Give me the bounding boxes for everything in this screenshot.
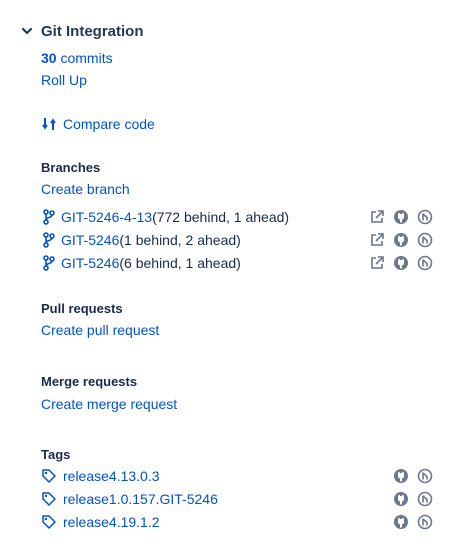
tag-name-link[interactable]: release4.13.0.3 xyxy=(63,468,160,484)
tag-icon xyxy=(41,514,57,530)
history-icon[interactable] xyxy=(416,208,434,226)
pull-requests-heading: Pull requests xyxy=(41,301,123,316)
branch-row: GIT-5246 (1 behind, 2 ahead) xyxy=(41,229,241,251)
github-icon[interactable] xyxy=(392,467,410,485)
branch-status: (6 behind, 1 ahead) xyxy=(119,255,241,271)
history-icon[interactable] xyxy=(416,513,434,531)
branch-name-link[interactable]: GIT-5246-4-13 xyxy=(61,209,152,225)
tag-name-link[interactable]: release4.19.1.2 xyxy=(63,514,160,530)
tag-row: release4.19.1.2 xyxy=(41,511,160,533)
chevron-down-icon[interactable] xyxy=(20,24,34,38)
tag-actions xyxy=(386,490,434,508)
open-external-icon[interactable] xyxy=(368,208,386,226)
open-external-icon[interactable] xyxy=(368,231,386,249)
merge-requests-heading: Merge requests xyxy=(41,374,138,389)
commits-label[interactable]: commits xyxy=(57,50,112,66)
branch-row: GIT-5246 (6 behind, 1 ahead) xyxy=(41,252,241,274)
tag-icon xyxy=(41,468,57,484)
git-integration-panel: Git Integration 30 commits Roll Up Compa… xyxy=(0,0,459,552)
panel-header: Git Integration xyxy=(20,20,144,42)
compare-icon xyxy=(41,116,57,132)
branch-icon xyxy=(41,209,57,225)
tag-name-link[interactable]: release1.0.157.GIT-5246 xyxy=(63,491,218,507)
branch-status: (1 behind, 2 ahead) xyxy=(119,232,241,248)
panel-title: Git Integration xyxy=(41,22,144,40)
open-external-icon[interactable] xyxy=(368,254,386,272)
tag-actions xyxy=(386,467,434,485)
github-icon[interactable] xyxy=(392,513,410,531)
branch-actions xyxy=(362,208,434,226)
branch-icon xyxy=(41,232,57,248)
branch-name-link[interactable]: GIT-5246 xyxy=(61,255,119,271)
branch-actions xyxy=(362,231,434,249)
create-merge-request-link[interactable]: Create merge request xyxy=(41,396,177,412)
tag-actions xyxy=(386,513,434,531)
roll-up-link[interactable]: Roll Up xyxy=(41,72,87,88)
branch-status: (772 behind, 1 ahead) xyxy=(152,209,290,225)
github-icon[interactable] xyxy=(392,231,410,249)
commits-link[interactable]: 30 commits xyxy=(41,50,113,68)
create-branch-link[interactable]: Create branch xyxy=(41,181,130,197)
github-icon[interactable] xyxy=(392,490,410,508)
commit-count[interactable]: 30 xyxy=(41,50,57,66)
tags-heading: Tags xyxy=(41,447,71,462)
branch-actions xyxy=(362,254,434,272)
history-icon[interactable] xyxy=(416,254,434,272)
tag-row: release4.13.0.3 xyxy=(41,465,160,487)
compare-code-link[interactable]: Compare code xyxy=(41,113,155,135)
github-icon[interactable] xyxy=(392,254,410,272)
history-icon[interactable] xyxy=(416,467,434,485)
branches-heading: Branches xyxy=(41,160,101,175)
compare-code-label[interactable]: Compare code xyxy=(63,116,155,132)
github-icon[interactable] xyxy=(392,208,410,226)
tag-icon xyxy=(41,491,57,507)
history-icon[interactable] xyxy=(416,490,434,508)
branch-icon xyxy=(41,255,57,271)
history-icon[interactable] xyxy=(416,231,434,249)
create-pull-request-link[interactable]: Create pull request xyxy=(41,322,159,338)
branch-name-link[interactable]: GIT-5246 xyxy=(61,232,119,248)
tag-row: release1.0.157.GIT-5246 xyxy=(41,488,218,510)
branch-row: GIT-5246-4-13 (772 behind, 1 ahead) xyxy=(41,206,289,228)
